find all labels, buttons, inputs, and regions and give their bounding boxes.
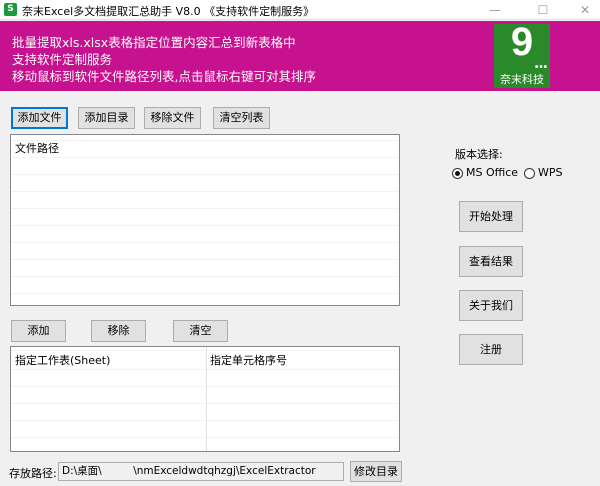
banner-line-3: 移动鼠标到软件文件路径列表,点击鼠标右键可对其排序 [12,69,316,84]
add-folder-button[interactable]: 添加目录 [78,107,135,129]
header-banner: 批量提取xls.xlsx表格指定位置内容汇总到新表格中 支持软件定制服务 移动鼠… [0,20,600,91]
wps-label[interactable]: WPS [538,166,563,179]
remove-sheet-button[interactable]: 移除 [91,320,146,342]
title-bar: S 奈末Excel多文档提取汇总助手 V8.0 《支持软件定制服务》 — ☐ ✕ [0,0,600,20]
output-path-field[interactable]: D:\桌面\ \nmExceldwdtqhzgj\ExcelExtractor [58,462,344,481]
change-directory-button[interactable]: 修改目录 [350,461,402,482]
clear-list-button[interactable]: 清空列表 [213,107,270,129]
file-path-column-header[interactable]: 文件路径 [15,140,59,156]
register-button[interactable]: 注册 [459,334,523,365]
company-logo: 9 ... 奈末科技 [494,20,550,88]
logo-dots: ... [534,56,548,72]
add-sheet-button[interactable]: 添加 [11,320,66,342]
output-path-label: 存放路径: [9,467,57,480]
list-row-lines [11,135,399,305]
logo-company-name: 奈末科技 [500,73,544,86]
ms-office-radio[interactable] [452,168,463,179]
remove-file-button[interactable]: 移除文件 [144,107,201,129]
cell-index-column-header[interactable]: 指定单元格序号 [210,352,287,368]
close-button[interactable]: ✕ [570,0,600,20]
start-processing-button[interactable]: 开始处理 [459,201,523,232]
clear-sheet-button[interactable]: 清空 [173,320,228,342]
window-title: 奈末Excel多文档提取汇总助手 V8.0 《支持软件定制服务》 [22,5,315,18]
version-label: 版本选择: [455,148,503,161]
sheet-cell-list[interactable]: 指定工作表(Sheet) 指定单元格序号 [10,346,400,452]
minimize-button[interactable]: — [480,0,510,20]
ms-office-label[interactable]: MS Office [466,166,518,179]
app-icon: S [4,3,17,16]
file-path-list[interactable]: 文件路径 [10,134,400,306]
maximize-button[interactable]: ☐ [528,0,558,20]
column-divider [206,347,207,451]
about-us-button[interactable]: 关于我们 [459,290,523,321]
sheet-column-header[interactable]: 指定工作表(Sheet) [15,352,110,368]
wps-radio[interactable] [524,168,535,179]
view-result-button[interactable]: 查看结果 [459,246,523,277]
add-file-button[interactable]: 添加文件 [11,107,68,129]
